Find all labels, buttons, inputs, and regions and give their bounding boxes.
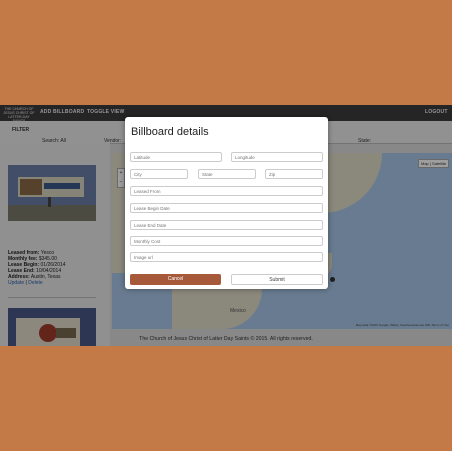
submit-button[interactable]: Submit [231,274,323,285]
latitude-input[interactable] [130,152,222,162]
longitude-input[interactable] [231,152,323,162]
zip-input[interactable] [265,169,323,179]
modal-title: Billboard details [131,126,209,138]
city-input[interactable] [130,169,188,179]
billboard-details-modal: Billboard details Cancel Submit [125,117,328,289]
leased-from-input[interactable] [130,186,323,196]
state-input[interactable] [198,169,256,179]
lease-begin-date-input[interactable] [130,203,323,213]
cancel-button[interactable]: Cancel [130,274,221,285]
lease-end-date-input[interactable] [130,220,323,230]
monthly-cost-input[interactable] [130,236,323,246]
image-url-input[interactable] [130,252,323,262]
